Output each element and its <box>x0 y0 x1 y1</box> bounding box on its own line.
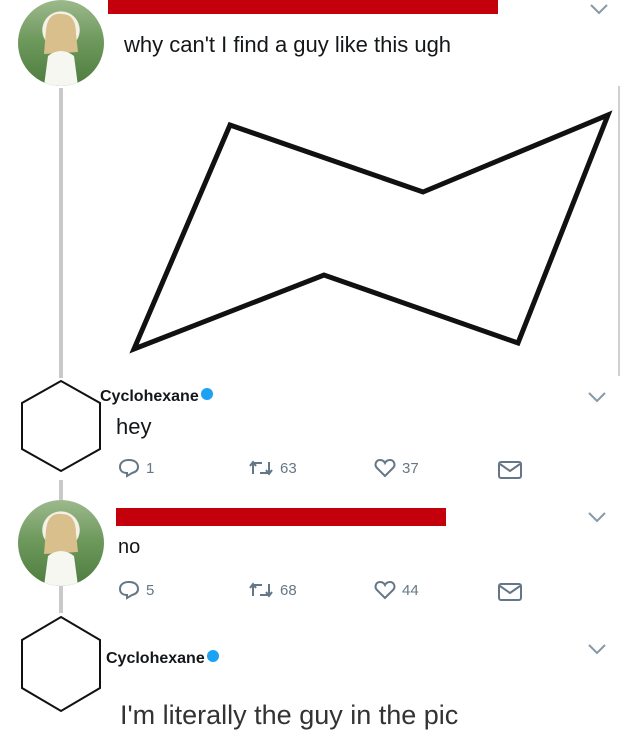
like-icon <box>374 580 396 600</box>
retweet-count: 68 <box>280 581 297 599</box>
chevron-down-icon[interactable] <box>586 510 608 524</box>
like-count: 44 <box>402 581 419 599</box>
thread-line <box>59 585 63 613</box>
like-icon <box>374 458 396 478</box>
reply-button[interactable]: 5 <box>118 580 154 600</box>
avatar[interactable] <box>18 500 104 586</box>
message-icon[interactable] <box>497 582 523 602</box>
retweet-icon <box>249 582 273 598</box>
message-icon[interactable] <box>497 460 523 480</box>
thread-line <box>59 88 63 378</box>
redacted-name <box>108 0 498 14</box>
reply-button[interactable]: 1 <box>118 458 154 478</box>
thread-line <box>59 480 63 500</box>
chevron-down-icon[interactable] <box>588 2 610 16</box>
avatar[interactable] <box>18 0 104 86</box>
reply-icon <box>118 458 140 478</box>
username[interactable]: Cyclohexane <box>106 650 219 668</box>
like-count: 37 <box>402 459 419 477</box>
reply-count: 1 <box>146 459 155 477</box>
verified-badge-icon <box>206 650 219 662</box>
retweet-button[interactable]: 63 <box>248 458 297 478</box>
tweet-text: hey <box>116 414 152 439</box>
like-button[interactable]: 37 <box>374 458 419 478</box>
retweet-icon <box>249 460 273 476</box>
verified-badge-icon <box>200 388 213 400</box>
reply-icon <box>118 580 140 600</box>
tweet-text: no <box>118 536 141 558</box>
chevron-down-icon[interactable] <box>586 390 608 404</box>
retweet-count: 63 <box>280 459 297 477</box>
chevron-down-icon[interactable] <box>586 642 608 656</box>
cyclohexane-chair-image[interactable] <box>110 95 620 365</box>
avatar-hexagon[interactable] <box>18 378 104 474</box>
tweet-text: why can't I find a guy like this ugh <box>124 32 452 57</box>
reply-count: 5 <box>146 581 155 599</box>
tweet-text: I'm literally the guy in the pic <box>120 700 459 730</box>
retweet-button[interactable]: 68 <box>248 580 297 600</box>
redacted-name <box>116 508 446 526</box>
avatar-hexagon[interactable] <box>18 614 104 714</box>
username[interactable]: Cyclohexane <box>100 388 213 406</box>
like-button[interactable]: 44 <box>374 580 419 600</box>
